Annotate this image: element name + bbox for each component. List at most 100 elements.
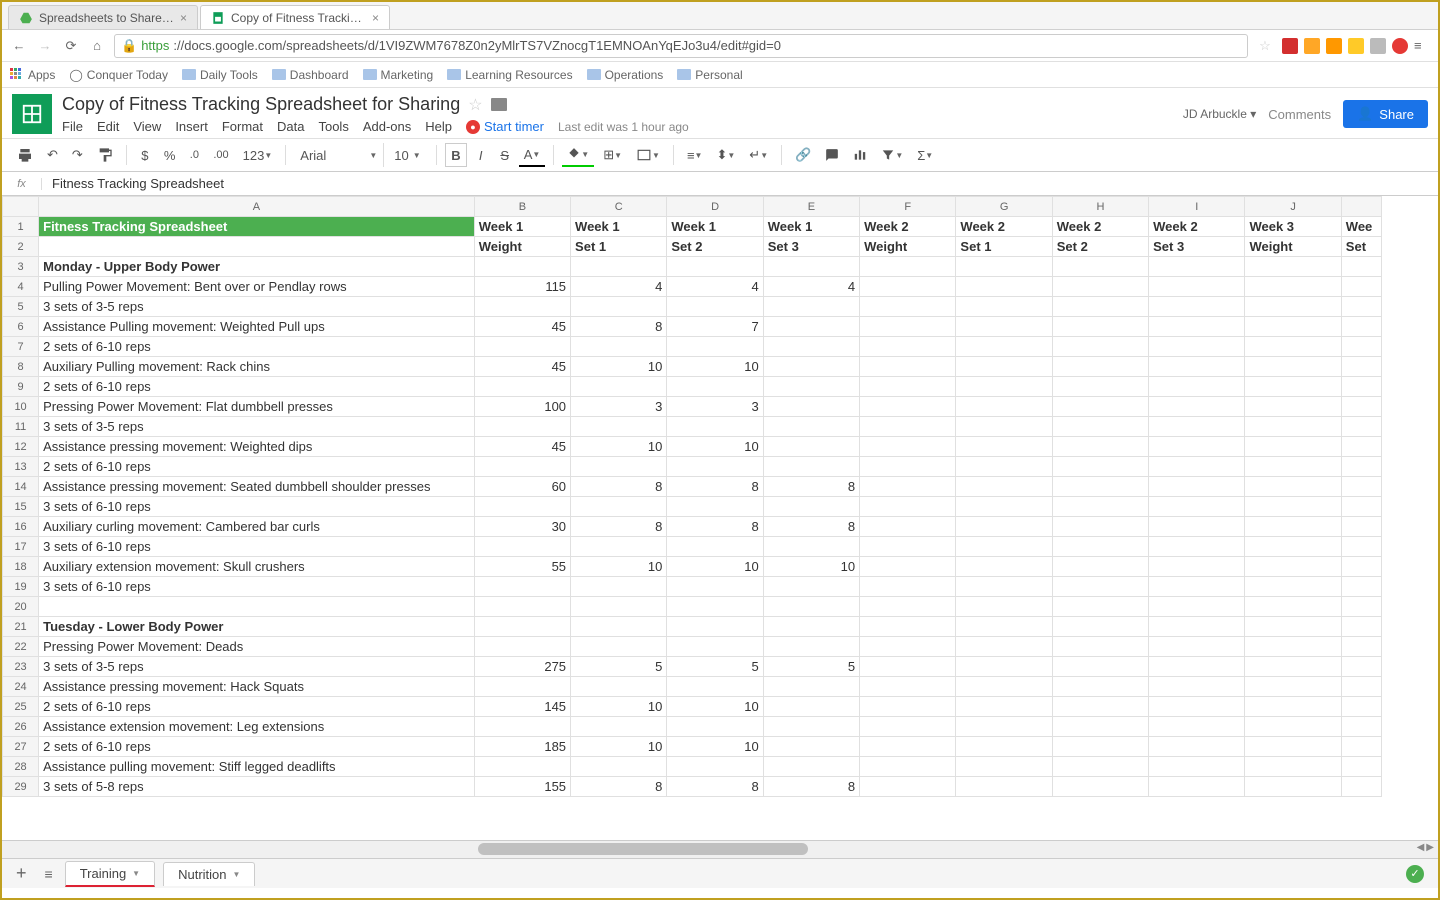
- spreadsheet-grid[interactable]: ABCDEFGHIJ1Fitness Tracking SpreadsheetW…: [2, 196, 1438, 840]
- row-header[interactable]: 11: [3, 417, 39, 437]
- col-header[interactable]: C: [571, 197, 667, 217]
- cell[interactable]: [860, 377, 956, 397]
- cell[interactable]: Set 1: [571, 237, 667, 257]
- cell[interactable]: [1052, 457, 1148, 477]
- cell[interactable]: [956, 477, 1052, 497]
- cell[interactable]: [1149, 457, 1245, 477]
- cell[interactable]: Set 2: [1052, 237, 1148, 257]
- cell[interactable]: Weight: [860, 237, 956, 257]
- cell[interactable]: [956, 597, 1052, 617]
- row-header[interactable]: 15: [3, 497, 39, 517]
- cell[interactable]: 8: [667, 477, 763, 497]
- bold-button[interactable]: B: [445, 143, 466, 167]
- comments-button[interactable]: Comments: [1268, 107, 1331, 122]
- cell[interactable]: [571, 417, 667, 437]
- cell[interactable]: Set: [1341, 237, 1381, 257]
- row-header[interactable]: 17: [3, 537, 39, 557]
- chevron-down-icon[interactable]: ▼: [233, 870, 241, 879]
- cell[interactable]: [763, 597, 859, 617]
- col-header[interactable]: H: [1052, 197, 1148, 217]
- cell[interactable]: 45: [474, 317, 570, 337]
- cell[interactable]: [667, 257, 763, 277]
- font-size-select[interactable]: 10▼: [388, 148, 428, 163]
- row-header[interactable]: 14: [3, 477, 39, 497]
- cell[interactable]: Week 2: [1052, 217, 1148, 237]
- cell[interactable]: [1245, 337, 1341, 357]
- cell[interactable]: [1149, 297, 1245, 317]
- merge-button[interactable]: ▼: [631, 143, 665, 167]
- cell[interactable]: Week 1: [474, 217, 570, 237]
- cell[interactable]: Fitness Tracking Spreadsheet: [39, 217, 475, 237]
- cell[interactable]: [763, 457, 859, 477]
- cell[interactable]: [1149, 277, 1245, 297]
- bookmark-item[interactable]: ◯Conquer Today: [69, 68, 168, 82]
- cell[interactable]: [763, 637, 859, 657]
- cell[interactable]: [1341, 677, 1381, 697]
- row-header[interactable]: 2: [3, 237, 39, 257]
- cell[interactable]: Weight: [474, 237, 570, 257]
- cell[interactable]: [763, 757, 859, 777]
- row-header[interactable]: 27: [3, 737, 39, 757]
- cell[interactable]: [956, 737, 1052, 757]
- scroll-left-icon[interactable]: ◀: [1417, 842, 1425, 853]
- cell[interactable]: 145: [474, 697, 570, 717]
- cell[interactable]: [956, 377, 1052, 397]
- cell[interactable]: [667, 297, 763, 317]
- cell[interactable]: Assistance pressing movement: Hack Squat…: [39, 677, 475, 697]
- cell[interactable]: 10: [571, 697, 667, 717]
- cell[interactable]: [956, 357, 1052, 377]
- cell[interactable]: [1149, 717, 1245, 737]
- percent-button[interactable]: %: [159, 143, 181, 167]
- row-header[interactable]: 26: [3, 717, 39, 737]
- cell[interactable]: [956, 657, 1052, 677]
- cell[interactable]: 8: [571, 477, 667, 497]
- cell[interactable]: [763, 717, 859, 737]
- cell[interactable]: [1149, 677, 1245, 697]
- row-header[interactable]: 16: [3, 517, 39, 537]
- cell[interactable]: [1245, 537, 1341, 557]
- row-header[interactable]: 6: [3, 317, 39, 337]
- close-icon[interactable]: ×: [372, 11, 379, 25]
- cell[interactable]: Week 3: [1245, 217, 1341, 237]
- cell[interactable]: 10: [571, 437, 667, 457]
- cell[interactable]: [1149, 257, 1245, 277]
- cell[interactable]: [474, 677, 570, 697]
- cell[interactable]: [860, 397, 956, 417]
- col-header[interactable]: [1341, 197, 1381, 217]
- cell[interactable]: [1341, 777, 1381, 797]
- cell[interactable]: [860, 277, 956, 297]
- cell[interactable]: 10: [667, 557, 763, 577]
- cell[interactable]: [571, 257, 667, 277]
- cell[interactable]: Tuesday - Lower Body Power: [39, 617, 475, 637]
- cell[interactable]: 60: [474, 477, 570, 497]
- col-header[interactable]: A: [39, 197, 475, 217]
- cell[interactable]: 10: [571, 357, 667, 377]
- cell[interactable]: [1245, 617, 1341, 637]
- cell[interactable]: [1149, 357, 1245, 377]
- currency-button[interactable]: $: [135, 143, 155, 167]
- cell[interactable]: Assistance Pulling movement: Weighted Pu…: [39, 317, 475, 337]
- italic-button[interactable]: I: [471, 143, 491, 167]
- cell[interactable]: Pressing Power Movement: Flat dumbbell p…: [39, 397, 475, 417]
- menu-addons[interactable]: Add-ons: [363, 119, 411, 134]
- cell[interactable]: [667, 377, 763, 397]
- cell[interactable]: [956, 617, 1052, 637]
- home-icon[interactable]: ⌂: [88, 37, 106, 55]
- cell[interactable]: [1245, 257, 1341, 277]
- move-folder-icon[interactable]: [491, 98, 507, 111]
- cell[interactable]: [956, 577, 1052, 597]
- cell[interactable]: [956, 677, 1052, 697]
- cell[interactable]: 10: [667, 697, 763, 717]
- cell[interactable]: [571, 537, 667, 557]
- cell[interactable]: [571, 637, 667, 657]
- cell[interactable]: [860, 737, 956, 757]
- cell[interactable]: 3 sets of 6-10 reps: [39, 497, 475, 517]
- cell[interactable]: [860, 597, 956, 617]
- row-header[interactable]: 20: [3, 597, 39, 617]
- cell[interactable]: [1052, 557, 1148, 577]
- cell[interactable]: [1245, 677, 1341, 697]
- cell[interactable]: 2 sets of 6-10 reps: [39, 697, 475, 717]
- cell[interactable]: [860, 557, 956, 577]
- col-header[interactable]: D: [667, 197, 763, 217]
- redo-icon[interactable]: ↷: [67, 143, 88, 167]
